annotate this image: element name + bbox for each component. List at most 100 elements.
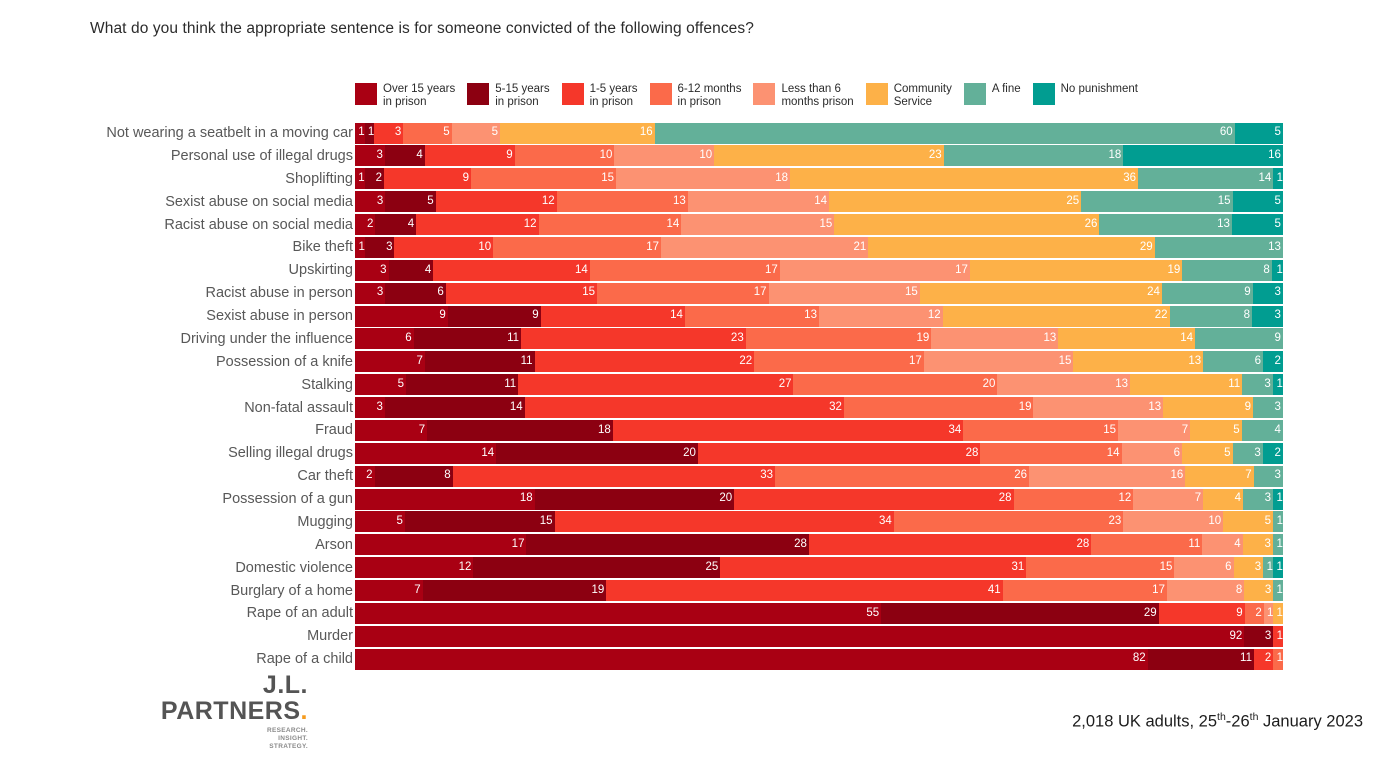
legend-item[interactable]: Community Service	[865, 83, 952, 108]
bar-segment[interactable]: 1	[1273, 602, 1283, 624]
bar-segment[interactable]: 27	[518, 374, 794, 396]
bar-segment[interactable]: 1	[355, 122, 365, 144]
bar-segment[interactable]: 20	[793, 374, 998, 396]
legend-item[interactable]: Less than 6 months prison	[753, 83, 854, 108]
bar-segment[interactable]: 14	[384, 397, 525, 419]
bar-segment[interactable]: 15	[445, 282, 598, 304]
bar-segment[interactable]: 41	[606, 580, 1003, 602]
bar-segment[interactable]: 1	[1263, 602, 1274, 624]
bar-segment[interactable]: 3	[1253, 465, 1283, 487]
bar-segment[interactable]: 1	[1273, 511, 1283, 533]
bar-segment[interactable]: 13	[1073, 351, 1204, 373]
bar-segment[interactable]: 5	[451, 122, 500, 144]
bar-segment[interactable]: 3	[1232, 442, 1263, 464]
bar-segment[interactable]: 12	[416, 214, 539, 236]
bar-segment[interactable]: 6	[355, 328, 414, 350]
bar-segment[interactable]: 1	[1273, 557, 1283, 579]
bar-segment[interactable]: 16	[1123, 145, 1283, 167]
bar-segment[interactable]: 1	[1272, 534, 1283, 556]
bar-segment[interactable]: 2	[364, 168, 384, 190]
bar-segment[interactable]: 31	[720, 557, 1027, 579]
bar-segment[interactable]: 9	[447, 305, 541, 327]
bar-segment[interactable]: 28	[734, 488, 1014, 510]
bar-segment[interactable]: 9	[1158, 602, 1245, 624]
bar-segment[interactable]: 1	[364, 122, 375, 144]
bar-segment[interactable]: 16	[499, 122, 655, 144]
bar-segment[interactable]: 6	[1121, 442, 1183, 464]
bar-segment[interactable]: 13	[556, 191, 688, 213]
bar-segment[interactable]: 17	[493, 236, 662, 258]
bar-segment[interactable]: 13	[1154, 236, 1283, 258]
bar-segment[interactable]: 15	[404, 511, 555, 533]
bar-segment[interactable]: 33	[452, 465, 776, 487]
bar-segment[interactable]: 3	[1252, 282, 1283, 304]
legend-item[interactable]: 5-15 years in prison	[467, 83, 550, 108]
bar-segment[interactable]: 1	[1263, 557, 1274, 579]
bar-segment[interactable]: 23	[521, 328, 746, 350]
bar-segment[interactable]: 3	[1244, 580, 1274, 602]
bar-segment[interactable]: 14	[538, 214, 682, 236]
bar-segment[interactable]: 5	[355, 511, 405, 533]
bar-segment[interactable]: 17	[597, 282, 769, 304]
bar-segment[interactable]: 15	[1081, 191, 1233, 213]
bar-segment[interactable]: 8	[374, 465, 453, 487]
bar-segment[interactable]: 4	[1203, 488, 1244, 510]
bar-segment[interactable]: 17	[355, 534, 527, 556]
bar-segment[interactable]: 14	[540, 305, 685, 327]
bar-segment[interactable]: 2	[1262, 351, 1283, 373]
bar-segment[interactable]: 3	[1243, 488, 1273, 510]
bar-segment[interactable]: 4	[388, 259, 434, 281]
bar-segment[interactable]: 14	[433, 259, 590, 281]
bar-segment[interactable]: 19	[422, 580, 607, 602]
bar-segment[interactable]: 23	[893, 511, 1124, 533]
bar-segment[interactable]: 26	[834, 214, 1100, 236]
bar-segment[interactable]: 14	[1058, 328, 1196, 350]
bar-segment[interactable]: 3	[1252, 305, 1283, 327]
bar-segment[interactable]: 2	[1244, 602, 1264, 624]
bar-segment[interactable]: 3	[355, 191, 386, 213]
bar-segment[interactable]: 3	[1242, 534, 1273, 556]
bar-segment[interactable]: 19	[969, 259, 1183, 281]
bar-segment[interactable]: 22	[942, 305, 1170, 327]
bar-segment[interactable]: 11	[1130, 374, 1243, 396]
bar-segment[interactable]: 5	[1232, 191, 1283, 213]
legend-item[interactable]: 1-5 years in prison	[561, 83, 638, 108]
bar-segment[interactable]: 20	[534, 488, 735, 510]
bar-segment[interactable]: 36	[789, 168, 1138, 190]
bar-segment[interactable]: 16	[1028, 465, 1186, 487]
bar-segment[interactable]: 18	[355, 488, 535, 510]
bar-segment[interactable]: 9	[1163, 397, 1253, 419]
bar-segment[interactable]: 1	[1273, 580, 1283, 602]
bar-segment[interactable]: 4	[375, 214, 417, 236]
bar-segment[interactable]: 9	[383, 168, 471, 190]
bar-segment[interactable]: 5	[403, 122, 452, 144]
bar-segment[interactable]: 3	[374, 122, 404, 144]
bar-segment[interactable]: 2	[1262, 442, 1283, 464]
bar-segment[interactable]: 13	[931, 328, 1059, 350]
bar-segment[interactable]: 3	[1253, 397, 1283, 419]
bar-segment[interactable]: 24	[919, 282, 1162, 304]
bar-segment[interactable]: 29	[868, 236, 1155, 258]
bar-segment[interactable]: 13	[997, 374, 1130, 396]
bar-segment[interactable]: 7	[1185, 465, 1254, 487]
bar-segment[interactable]: 8	[1182, 259, 1272, 281]
bar-segment[interactable]: 60	[654, 122, 1235, 144]
bar-segment[interactable]: 23	[714, 145, 944, 167]
bar-segment[interactable]: 14	[687, 191, 830, 213]
bar-segment[interactable]: 18	[615, 168, 790, 190]
bar-segment[interactable]: 7	[355, 580, 423, 602]
bar-segment[interactable]: 82	[355, 648, 1148, 670]
bar-segment[interactable]: 21	[661, 236, 869, 258]
bar-segment[interactable]: 14	[355, 442, 497, 464]
bar-segment[interactable]: 1	[1273, 168, 1283, 190]
bar-segment[interactable]: 3	[355, 259, 389, 281]
bar-segment[interactable]: 11	[1091, 534, 1203, 556]
bar-segment[interactable]: 6	[385, 282, 446, 304]
bar-segment[interactable]: 12	[1013, 488, 1134, 510]
bar-segment[interactable]: 9	[1195, 328, 1283, 350]
bar-segment[interactable]: 13	[1099, 214, 1232, 236]
bar-segment[interactable]: 17	[1002, 580, 1167, 602]
bar-segment[interactable]: 1	[1272, 488, 1283, 510]
bar-segment[interactable]: 5	[385, 191, 436, 213]
bar-segment[interactable]: 19	[745, 328, 932, 350]
